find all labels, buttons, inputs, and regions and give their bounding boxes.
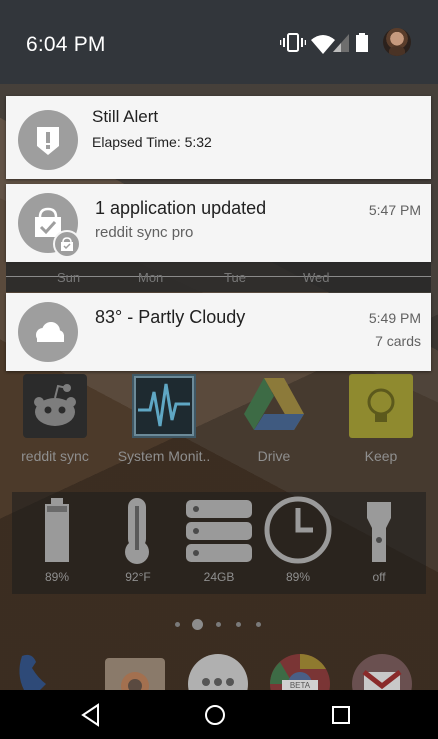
status-widget: 89% 92°F 24GB 89% off <box>12 492 426 594</box>
widget-label: 24GB <box>203 570 235 584</box>
page-dot <box>236 622 241 627</box>
storage-icon <box>186 500 252 562</box>
app-label: reddit sync <box>21 448 89 464</box>
calendar-day: Sun <box>57 270 81 285</box>
page-dot <box>175 622 180 627</box>
chrome-beta-icon[interactable]: BETA <box>268 652 332 690</box>
status-bar[interactable]: 6:04 PM <box>0 0 438 84</box>
widget-storage[interactable]: 24GB <box>180 492 258 584</box>
notification-subtitle: reddit sync pro <box>95 224 194 241</box>
notification-title: 1 application updated <box>95 198 267 218</box>
widget-label: off <box>372 570 386 584</box>
widget-temperature[interactable]: 92°F <box>99 492 177 584</box>
reddit-alien-icon <box>23 374 87 438</box>
app-reddit-sync[interactable]: reddit sync <box>7 374 103 464</box>
widget-label: 92°F <box>125 570 151 584</box>
clock-icon <box>264 496 332 564</box>
gmail-icon[interactable] <box>350 652 414 690</box>
widget-label: 89% <box>285 570 311 584</box>
notification-subtitle: Elapsed Time: 5:32 <box>92 134 212 150</box>
alert-shield-icon <box>18 110 78 170</box>
calendar-widget-strip: Sun Mon Tue Wed <box>6 262 431 292</box>
clock-time: 6:04 PM <box>26 33 106 56</box>
battery-icon <box>45 498 69 562</box>
widget-clock[interactable]: 89% <box>259 492 337 584</box>
widget-battery[interactable]: 89% <box>18 492 96 584</box>
svg-text:BETA: BETA <box>290 681 311 690</box>
flashlight-icon <box>367 502 391 562</box>
battery-icon <box>356 33 368 52</box>
notification-time: 5:49 PM <box>368 310 421 326</box>
calendar-day: Tue <box>224 270 246 285</box>
app-drive[interactable]: Drive <box>226 374 322 464</box>
app-keep[interactable]: Keep <box>333 374 429 464</box>
camera-icon[interactable] <box>103 652 167 690</box>
phone-icon[interactable] <box>10 652 74 690</box>
thermometer-icon <box>125 498 149 564</box>
avatar[interactable] <box>383 28 411 56</box>
widget-label: 89% <box>44 570 70 584</box>
notification-extra: 7 cards <box>375 333 421 349</box>
page-dot <box>216 622 221 627</box>
notification-weather[interactable]: 83° - Partly Cloudy 5:49 PM 7 cards <box>6 293 431 371</box>
app-label: Keep <box>364 448 398 464</box>
check-badge-icon <box>53 230 81 258</box>
notification-time: 5:47 PM <box>368 202 421 218</box>
signal-icon <box>333 34 349 52</box>
app-system-monitor[interactable]: System Monit.. <box>116 374 212 464</box>
system-monitor-icon <box>132 374 196 438</box>
notification-title: Still Alert <box>92 107 159 126</box>
home-button[interactable] <box>202 702 228 728</box>
navigation-bar <box>0 690 438 739</box>
notification-title: 83° - Partly Cloudy <box>95 307 246 327</box>
back-button[interactable] <box>78 702 104 728</box>
keep-bulb-icon <box>349 374 413 438</box>
app-label: Drive <box>257 448 291 464</box>
page-dot <box>256 622 261 627</box>
calendar-day: Mon <box>138 270 164 285</box>
notification-app-updated[interactable]: 1 application updated reddit sync pro 5:… <box>6 184 431 262</box>
widget-flashlight[interactable]: off <box>340 492 418 584</box>
app-drawer-icon[interactable] <box>186 652 250 690</box>
app-label: System Monit.. <box>117 448 211 464</box>
recents-button[interactable] <box>328 702 354 728</box>
vibrate-icon <box>280 33 306 52</box>
google-drive-icon <box>242 374 306 438</box>
notification-still-alert[interactable]: Still Alert Elapsed Time: 5:32 <box>6 96 431 179</box>
calendar-day: Wed <box>303 270 330 285</box>
cloud-icon <box>18 302 78 362</box>
page-dot-active <box>192 619 203 630</box>
